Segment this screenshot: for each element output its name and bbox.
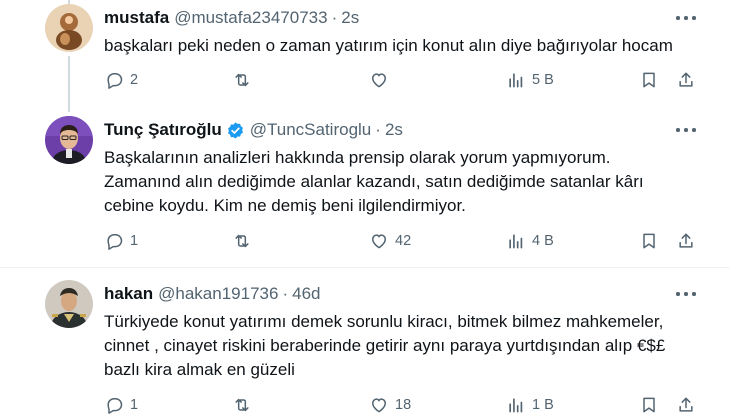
more-icon[interactable] (676, 122, 696, 138)
share-button[interactable] (676, 393, 696, 417)
views-icon (506, 395, 526, 415)
tweet-text-line: cinnet , cinayet riskini beraberinde get… (104, 336, 666, 355)
reply-icon (104, 395, 124, 415)
tweet-divider (0, 267, 730, 268)
views-button[interactable]: 1 B (506, 393, 554, 417)
views-count: 1 B (532, 397, 554, 413)
user-handle[interactable]: @hakan191736 (158, 284, 278, 304)
views-icon (506, 231, 526, 251)
retweet-button[interactable] (232, 229, 258, 253)
separator-dot: · (331, 8, 338, 27)
bookmark-button[interactable] (639, 393, 659, 417)
like-button[interactable]: 42 (369, 229, 411, 253)
bookmark-button[interactable] (639, 68, 659, 92)
views-count: 4 B (532, 233, 554, 249)
user-handle[interactable]: @TuncSatiroglu (250, 120, 372, 140)
more-icon[interactable] (676, 286, 696, 302)
reply-icon (104, 70, 124, 90)
separator-dot: · (282, 284, 289, 303)
avatar[interactable] (45, 4, 93, 52)
bookmark-button[interactable] (639, 229, 659, 253)
tweet-text: Türkiyede konut yatırımı demek sorunlu k… (104, 310, 704, 382)
reply-button[interactable]: 2 (104, 68, 138, 92)
reply-count: 2 (130, 72, 139, 88)
retweet-button[interactable] (232, 68, 258, 92)
share-icon (676, 231, 696, 251)
tweet-header: mustafa @mustafa23470733 · 2s (104, 6, 690, 30)
tweet-text-line: başkaları peki neden o zaman yatırım içi… (104, 36, 673, 55)
views-button[interactable]: 4 B (506, 229, 554, 253)
tweet-text-line: Başkalarının analizleri hakkında prensip… (104, 148, 611, 167)
timestamp[interactable]: 46d (292, 284, 320, 304)
tweet-actions: 2 5 B (0, 68, 730, 92)
tweet-actions: 1 18 1 B (0, 393, 730, 417)
reply-button[interactable]: 1 (104, 229, 138, 253)
tweet-header: hakan @hakan191736 · 46d (104, 282, 690, 306)
tweet-actions: 1 42 4 B (0, 229, 730, 253)
display-name[interactable]: hakan (104, 284, 153, 304)
timestamp[interactable]: 2s (385, 120, 403, 140)
share-icon (676, 70, 696, 90)
like-icon (369, 395, 389, 415)
share-button[interactable] (676, 68, 696, 92)
views-count: 5 B (532, 72, 554, 88)
tweet-text-line: cebine koydu. Kim ne demiş beni ilgilend… (104, 196, 466, 215)
retweet-icon (232, 231, 252, 251)
share-button[interactable] (676, 229, 696, 253)
display-name[interactable]: Tunç Şatıroğlu (104, 120, 222, 140)
retweet-icon (232, 395, 252, 415)
like-icon (369, 231, 389, 251)
like-icon (369, 70, 389, 90)
retweet-button[interactable] (232, 393, 258, 417)
bookmark-icon (639, 70, 659, 90)
like-button[interactable] (369, 68, 395, 92)
share-icon (676, 395, 696, 415)
bookmark-icon (639, 231, 659, 251)
avatar[interactable] (45, 280, 93, 328)
views-button[interactable]: 5 B (506, 68, 554, 92)
avatar[interactable] (45, 116, 93, 164)
tweet-header: Tunç Şatıroğlu @TuncSatiroglu · 2s (104, 118, 690, 142)
reply-icon (104, 231, 124, 251)
timestamp[interactable]: 2s (341, 8, 359, 28)
reply-button[interactable]: 1 (104, 393, 138, 417)
tweet-text: başkaları peki neden o zaman yatırım içi… (104, 34, 704, 58)
like-count: 42 (395, 233, 412, 249)
separator-dot: · (375, 120, 381, 139)
tweet-text: Başkalarının analizleri hakkında prensip… (104, 146, 704, 218)
verified-badge-icon[interactable] (226, 121, 245, 140)
bookmark-icon (639, 395, 659, 415)
more-icon[interactable] (676, 10, 696, 26)
reply-count: 1 (130, 233, 139, 249)
tweet-text-line: bazlı kira almak en güzeli (104, 360, 295, 379)
like-button[interactable]: 18 (369, 393, 411, 417)
user-handle[interactable]: @mustafa23470733 (174, 8, 327, 28)
views-icon (506, 70, 526, 90)
like-count: 18 (395, 397, 412, 413)
retweet-icon (232, 70, 252, 90)
reply-count: 1 (130, 397, 139, 413)
display-name[interactable]: mustafa (104, 8, 169, 28)
tweet-text-line: Türkiyede konut yatırımı demek sorunlu k… (104, 312, 664, 331)
tweet-text-line: Zamanınd alın dediğimde alanlar kazandı,… (104, 172, 644, 191)
